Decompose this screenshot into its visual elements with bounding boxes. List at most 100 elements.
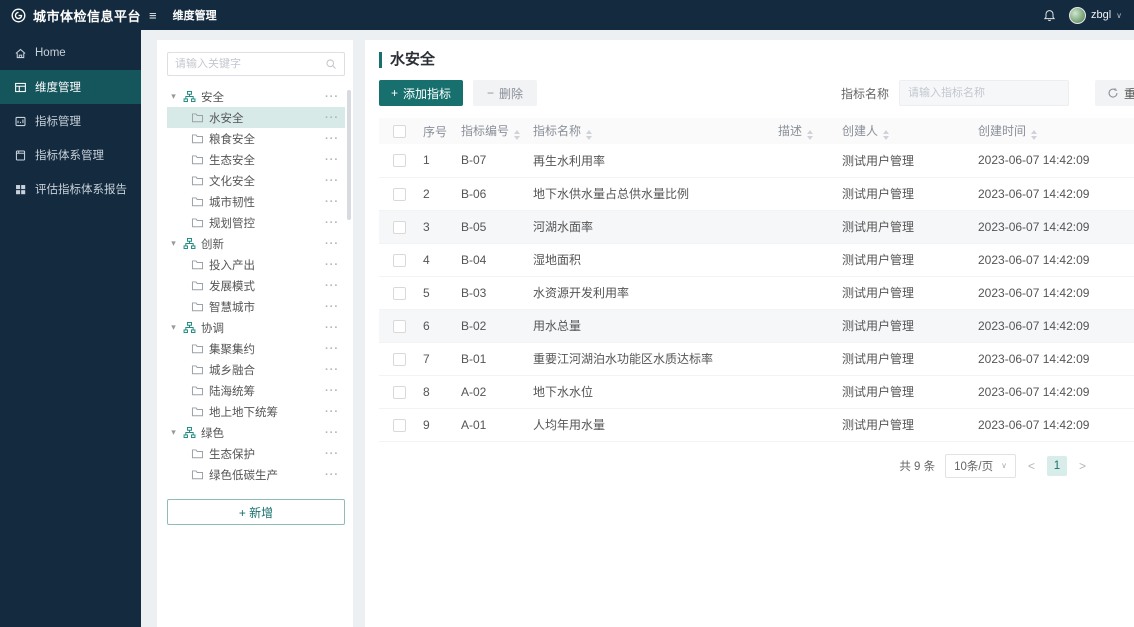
row-checkbox[interactable] [392, 220, 406, 234]
table-row[interactable]: 7 B-01 重要江河湖泊水功能区水质达标率 测试用户管理 2023-06-07 14:… [379, 342, 1134, 376]
indicator-desc [774, 408, 838, 442]
more-icon[interactable]: ··· [325, 385, 343, 397]
more-icon[interactable]: ··· [325, 112, 343, 124]
search-icon [325, 58, 337, 70]
more-icon[interactable]: ··· [325, 448, 343, 460]
tree-group[interactable]: ▾ 创新 ··· [167, 233, 345, 254]
row-checkbox[interactable] [392, 154, 406, 168]
more-icon[interactable]: ··· [325, 469, 343, 481]
sort-icon[interactable] [883, 130, 890, 140]
tree-leaf[interactable]: 规划管控 ··· [167, 212, 345, 233]
tree-leaf[interactable]: 智慧城市 ··· [167, 296, 345, 317]
tree-leaf[interactable]: 粮食安全 ··· [167, 128, 345, 149]
more-icon[interactable]: ··· [325, 364, 343, 376]
more-icon[interactable]: ··· [325, 259, 343, 271]
sort-icon[interactable] [1031, 130, 1038, 140]
sidebar-item-dimension[interactable]: 维度管理 [0, 70, 141, 104]
current-page[interactable]: 1 [1046, 455, 1067, 476]
sidebar-item-indicator[interactable]: 指标管理 [0, 104, 141, 138]
more-icon[interactable]: ··· [325, 196, 343, 208]
caret-down-icon[interactable]: ▾ [169, 238, 178, 249]
tree-leaf[interactable]: 生态安全 ··· [167, 149, 345, 170]
sort-icon[interactable] [514, 130, 521, 140]
column-header[interactable]: 创建时间 [974, 118, 1134, 144]
scrollbar-thumb[interactable] [347, 90, 351, 220]
creator: 测试用户管理 [838, 375, 974, 409]
sidebar-item-system[interactable]: 指标体系管理 [0, 138, 141, 172]
tree-group[interactable]: ▾ 绿色 ··· [167, 422, 345, 443]
table-row[interactable]: 5 B-03 水资源开发利用率 测试用户管理 2023-06-07 14:42:09 [379, 276, 1134, 310]
more-icon[interactable]: ··· [325, 322, 343, 334]
report-icon [14, 183, 27, 196]
tree-leaf[interactable]: 地上地下统筹 ··· [167, 401, 345, 422]
row-checkbox[interactable] [392, 187, 406, 201]
sort-icon[interactable] [807, 130, 814, 140]
tree-leaf[interactable]: 绿色低碳生产 ··· [167, 464, 345, 485]
folder-icon [191, 258, 204, 271]
table-row[interactable]: 1 B-07 再生水利用率 测试用户管理 2023-06-07 14:42:09 [379, 144, 1134, 178]
delete-button[interactable]: − 删除 [473, 80, 538, 106]
tree-group[interactable]: ▾ 安全 ··· [167, 86, 345, 107]
row-checkbox[interactable] [392, 352, 406, 366]
menu-toggle-icon[interactable]: ≡ [149, 8, 157, 23]
table-row[interactable]: 9 A-01 人均年用水量 测试用户管理 2023-06-07 14:42:09 [379, 408, 1134, 442]
page-size-select[interactable]: 10条/页 ∨ [945, 453, 1016, 478]
dimension-icon [14, 81, 27, 94]
tree-leaf[interactable]: 城乡融合 ··· [167, 359, 345, 380]
add-indicator-button[interactable]: + 添加指标 [379, 80, 464, 106]
indicator-name: 地下水水位 [529, 375, 774, 409]
tree-leaf[interactable]: 城市韧性 ··· [167, 191, 345, 212]
column-header[interactable]: 指标编号 [457, 118, 529, 144]
reset-button[interactable]: 重置 [1094, 80, 1134, 106]
more-icon[interactable]: ··· [325, 91, 343, 103]
row-checkbox[interactable] [392, 418, 406, 432]
more-icon[interactable]: ··· [325, 175, 343, 187]
indicator-name-input[interactable] [898, 80, 1069, 106]
tree-group[interactable]: ▾ 协调 ··· [167, 317, 345, 338]
column-header[interactable]: 指标名称 [529, 118, 774, 144]
more-icon[interactable]: ··· [325, 406, 343, 418]
select-all-checkbox[interactable] [392, 125, 406, 139]
sidebar-item-home[interactable]: Home [0, 36, 141, 70]
sort-icon[interactable] [586, 130, 593, 140]
more-icon[interactable]: ··· [325, 133, 343, 145]
notification-bell-icon[interactable] [1043, 9, 1056, 22]
breadcrumb[interactable]: 维度管理 [173, 7, 217, 23]
column-header[interactable]: 创建人 [838, 118, 974, 144]
table-row[interactable]: 4 B-04 湿地面积 测试用户管理 2023-06-07 14:42:09 [379, 243, 1134, 277]
caret-down-icon[interactable]: ▾ [169, 322, 178, 333]
more-icon[interactable]: ··· [325, 343, 343, 355]
more-icon[interactable]: ··· [325, 238, 343, 250]
next-page-button[interactable]: > [1077, 459, 1088, 473]
tree-leaf[interactable]: 生态保护 ··· [167, 443, 345, 464]
sidebar-item-report[interactable]: 评估指标体系报告 [0, 172, 141, 206]
tree-leaf[interactable]: 发展模式 ··· [167, 275, 345, 296]
add-dimension-button[interactable]: + 新增 [167, 499, 345, 525]
tree-leaf[interactable]: 投入产出 ··· [167, 254, 345, 275]
more-icon[interactable]: ··· [325, 301, 343, 313]
row-checkbox[interactable] [392, 319, 406, 333]
tree-leaf-label: 城乡融合 [209, 364, 255, 377]
caret-down-icon[interactable]: ▾ [169, 427, 178, 438]
more-icon[interactable]: ··· [325, 280, 343, 292]
row-checkbox[interactable] [392, 253, 406, 267]
tree-leaf[interactable]: 陆海统筹 ··· [167, 380, 345, 401]
tree-leaf[interactable]: 水安全 ··· [167, 107, 345, 128]
row-checkbox[interactable] [392, 286, 406, 300]
more-icon[interactable]: ··· [325, 427, 343, 439]
tree-search-input[interactable] [175, 58, 319, 70]
more-icon[interactable]: ··· [325, 217, 343, 229]
table-row[interactable]: 6 B-02 用水总量 测试用户管理 2023-06-07 14:42:09 [379, 309, 1134, 343]
tree-leaf[interactable]: 文化安全 ··· [167, 170, 345, 191]
row-checkbox[interactable] [392, 385, 406, 399]
prev-page-button[interactable]: < [1026, 459, 1037, 473]
table-row[interactable]: 8 A-02 地下水水位 测试用户管理 2023-06-07 14:42:09 [379, 375, 1134, 409]
caret-down-icon[interactable]: ▾ [169, 91, 178, 102]
more-icon[interactable]: ··· [325, 154, 343, 166]
creator: 测试用户管理 [838, 144, 974, 178]
user-menu[interactable]: zbgl ∨ [1068, 6, 1122, 24]
tree-leaf[interactable]: 集聚集约 ··· [167, 338, 345, 359]
table-row[interactable]: 2 B-06 地下水供水量占总供水量比例 测试用户管理 2023-06-07 14:42… [379, 177, 1134, 211]
table-row[interactable]: 3 B-05 河湖水面率 测试用户管理 2023-06-07 14:42:09 [379, 210, 1134, 244]
column-header[interactable]: 描述 [774, 118, 838, 144]
